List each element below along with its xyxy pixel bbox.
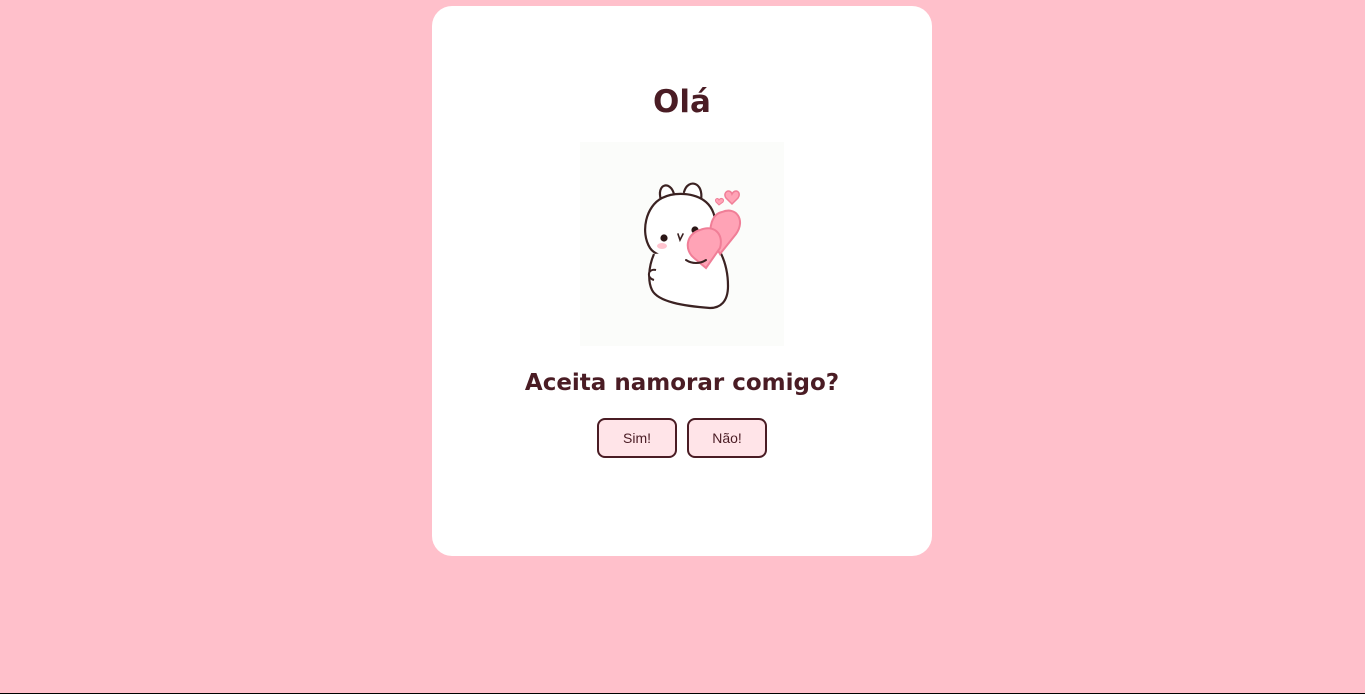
bunny-holding-heart-icon <box>580 142 784 346</box>
bunny-blush <box>657 243 667 249</box>
bunny-body <box>648 247 730 310</box>
bunny-eye-left <box>660 234 668 242</box>
proposal-card: Olá Aceita namorar comigo? Sim! Não! <box>432 6 932 556</box>
yes-button[interactable]: Sim! <box>597 418 677 458</box>
question-text: Aceita namorar comigo? <box>524 370 840 396</box>
greeting-title: Olá <box>653 84 711 120</box>
no-button[interactable]: Não! <box>687 418 767 458</box>
